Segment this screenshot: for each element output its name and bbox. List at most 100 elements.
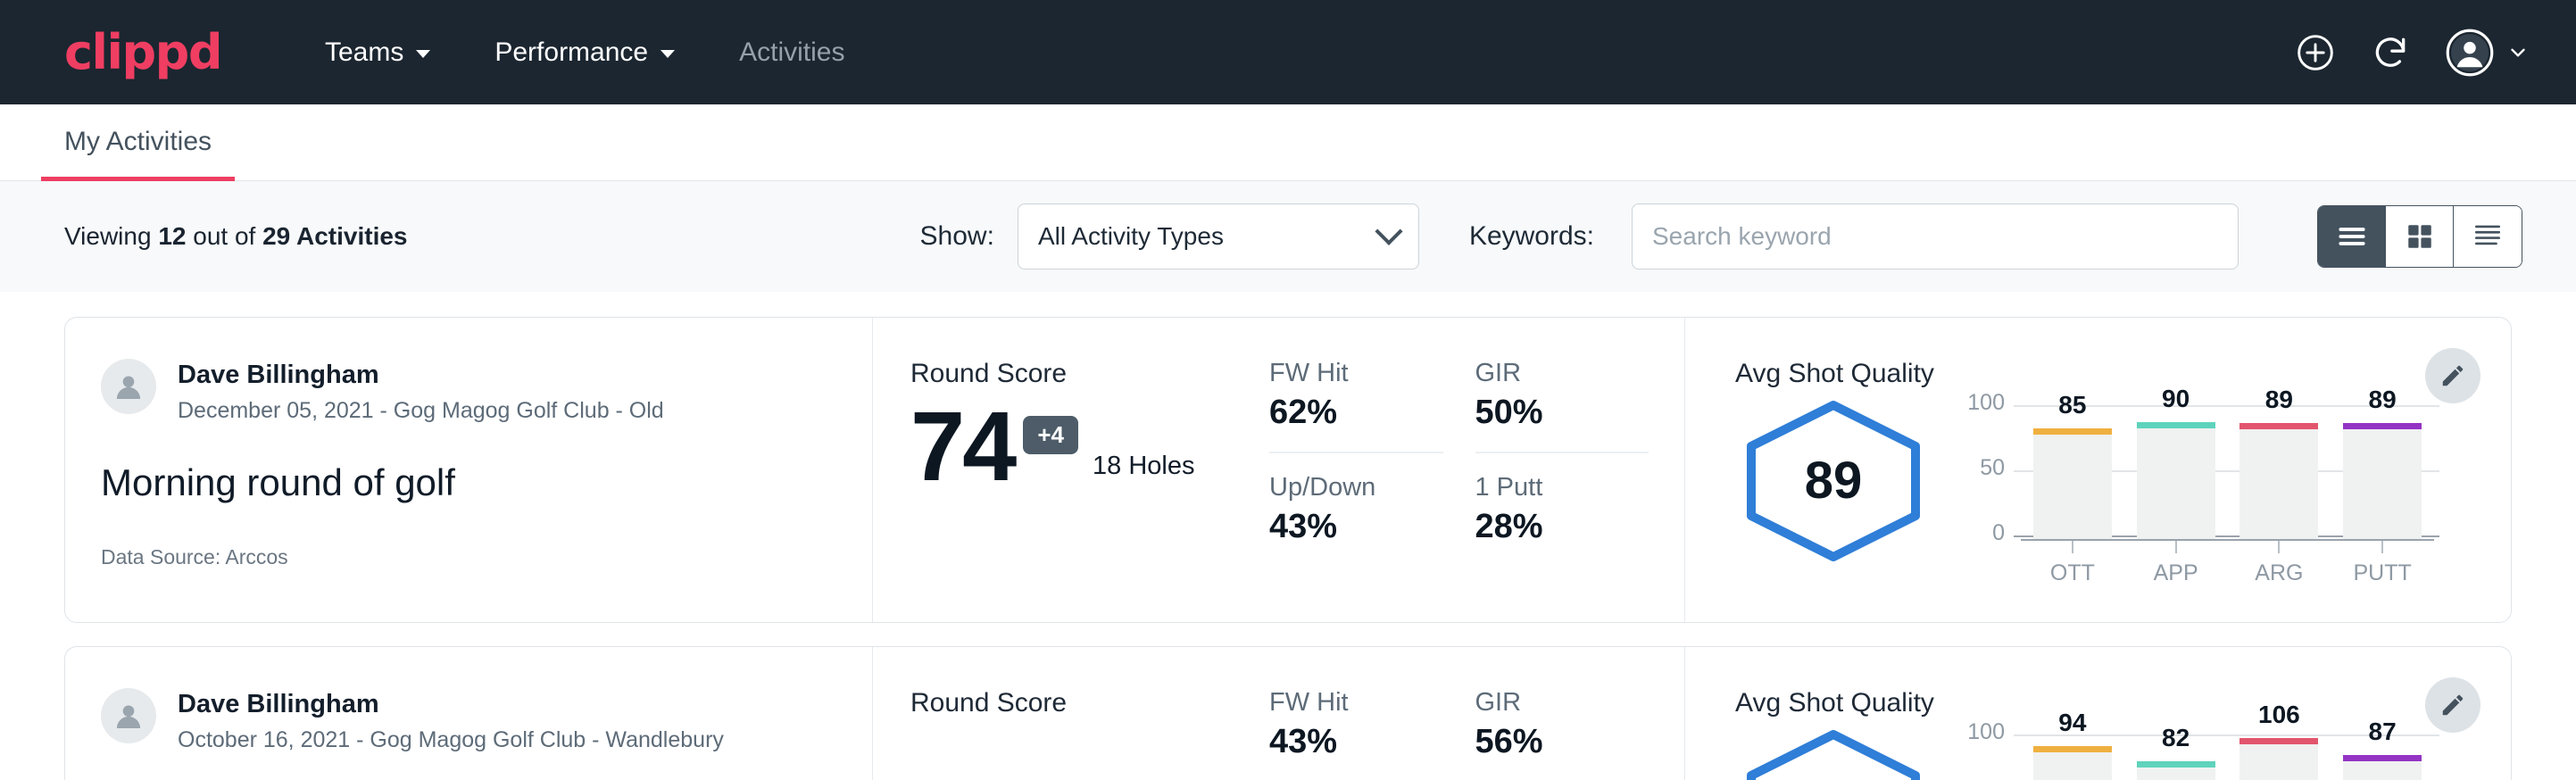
stat-label: FW Hit: [1269, 359, 1443, 388]
x-axis-tick: APP: [2137, 541, 2215, 586]
avg-shot-quality-column: Avg Shot Quality 100 50 0: [1685, 647, 2511, 780]
quality-hexagon: [1735, 726, 1932, 780]
filter-toolbar: Viewing 12 out of 29 Activities Show: Al…: [0, 181, 2576, 292]
round-score-column: Round Score: [873, 647, 1248, 780]
grid-view-button[interactable]: [2386, 206, 2454, 267]
stat-fw-hit: FW Hit 43%: [1269, 688, 1443, 780]
x-axis-label: ARG: [2239, 560, 2318, 586]
avg-shot-quality-column: Avg Shot Quality 89 100 50 0: [1685, 318, 2511, 622]
bar-column: 89: [2343, 405, 2422, 539]
hexagon-icon: [1735, 726, 1932, 780]
bar: [2137, 761, 2215, 780]
x-axis-label: OTT: [2033, 560, 2112, 586]
activity-card[interactable]: Dave Billingham December 05, 2021 - Gog …: [64, 317, 2512, 623]
stat-value: 62%: [1269, 394, 1443, 432]
nav-right-actions: [2296, 29, 2530, 77]
stat-label: GIR: [1475, 359, 1649, 388]
bar-cap: [2343, 423, 2422, 429]
score-delta-badge: +4: [1023, 416, 1078, 454]
y-tick-100: 100: [1962, 390, 2005, 416]
bar-column: 85: [2033, 405, 2112, 539]
holes-played: 18 Holes: [1093, 452, 1194, 492]
stat-value: 56%: [1475, 723, 1649, 761]
bar-cap: [2033, 428, 2112, 435]
bar-column: 90: [2137, 405, 2215, 539]
round-score-label: Round Score: [910, 359, 1248, 389]
activity-type-select[interactable]: All Activity Types: [1018, 203, 1419, 270]
shot-quality-bar-chart: 100 50 0 85908989 OTTAPPARGPUTT: [1962, 396, 2439, 586]
viewing-prefix: Viewing: [64, 222, 158, 250]
author-name: Dave Billingham: [178, 359, 664, 391]
account-menu[interactable]: [2446, 29, 2530, 77]
x-axis-tick: ARG: [2239, 541, 2318, 586]
search-input[interactable]: Search keyword: [1632, 203, 2239, 270]
bar: [2033, 746, 2112, 780]
viewing-total: 29: [262, 222, 290, 250]
edit-activity-button[interactable]: [2425, 348, 2480, 403]
y-tick-0: 0: [1962, 520, 2005, 546]
bar-column: 89: [2239, 405, 2318, 539]
stats-column: FW Hit 43% GIR 56%: [1248, 647, 1685, 780]
bar-value-label: 82: [2137, 724, 2215, 752]
bar-cap: [2239, 738, 2318, 744]
viewing-count-text: Viewing 12 out of 29 Activities: [64, 222, 408, 251]
activity-meta: October 16, 2021 - Gog Magog Golf Club -…: [178, 727, 724, 753]
activity-type-value: All Activity Types: [1038, 222, 1224, 251]
avatar: [101, 688, 156, 743]
bar-column: 106: [2239, 734, 2318, 780]
list-view-button[interactable]: [2318, 206, 2386, 267]
clippd-logo[interactable]: clippd: [64, 29, 221, 77]
stat-label: Up/Down: [1269, 473, 1443, 502]
avg-shot-quality-body: 100 50 0 948210687 OTTAPPARGPUTT: [1735, 726, 2439, 780]
activity-card[interactable]: Dave Billingham October 16, 2021 - Gog M…: [64, 646, 2512, 780]
bar-cap: [2137, 761, 2215, 768]
bar: [2137, 422, 2215, 539]
tab-my-activities[interactable]: My Activities: [41, 127, 235, 181]
quality-score-value: 89: [1735, 396, 1932, 566]
edit-pencil-icon: [2439, 692, 2466, 718]
stat-fw-hit: FW Hit 62%: [1269, 359, 1443, 453]
nav-item-teams-label: Teams: [325, 37, 403, 68]
account-avatar-icon[interactable]: [2446, 29, 2494, 77]
show-label: Show:: [920, 221, 994, 252]
stat-one-putt: 1 Putt 28%: [1475, 473, 1649, 546]
edit-pencil-icon: [2439, 362, 2466, 389]
activity-author: Dave Billingham December 05, 2021 - Gog …: [101, 359, 836, 424]
primary-nav-links: Teams Performance Activities: [293, 25, 877, 80]
edit-activity-button[interactable]: [2425, 677, 2480, 733]
chart-bars: 85908989: [2021, 405, 2434, 539]
bar-value-label: 87: [2343, 718, 2422, 746]
chart-plot-area: 100 50 0 948210687: [1962, 734, 2439, 780]
search-placeholder: Search keyword: [1652, 222, 1832, 251]
stat-value: 50%: [1475, 394, 1649, 432]
round-score-row: 74 +4 18 Holes: [910, 402, 1248, 492]
refresh-icon[interactable]: [2371, 33, 2410, 72]
y-tick-50: 50: [1962, 455, 2005, 481]
chart-bars: 948210687: [2021, 734, 2434, 780]
activity-title: Morning round of golf: [101, 461, 836, 504]
nav-item-performance[interactable]: Performance: [462, 25, 707, 80]
round-score-label: Round Score: [910, 688, 1248, 718]
tab-bar: My Activities: [0, 104, 2576, 181]
avg-shot-quality-body: 89 100 50 0 85908989 OTTAPPARGPUTT: [1735, 396, 2439, 586]
stat-gir: GIR 50%: [1475, 359, 1649, 453]
viewing-suffix: Activities: [290, 222, 407, 250]
activity-summary-column: Dave Billingham December 05, 2021 - Gog …: [65, 318, 873, 622]
nav-item-performance-label: Performance: [494, 37, 648, 68]
avatar: [101, 359, 156, 414]
bar-value-label: 89: [2239, 386, 2318, 414]
chevron-down-icon: [661, 50, 675, 58]
bar-value-label: 90: [2137, 385, 2215, 413]
nav-item-teams[interactable]: Teams: [293, 25, 462, 80]
round-score-column: Round Score 74 +4 18 Holes: [873, 318, 1248, 622]
nav-item-activities[interactable]: Activities: [707, 25, 877, 80]
stats-column: FW Hit 62% GIR 50% Up/Down 43% 1 Putt 28…: [1248, 318, 1685, 622]
stat-label: FW Hit: [1269, 688, 1443, 718]
compact-view-button[interactable]: [2454, 206, 2522, 267]
bar-column: 82: [2137, 734, 2215, 780]
tick-mark: [2278, 541, 2280, 553]
view-mode-toggle-group: [2317, 205, 2522, 268]
stat-value: 43%: [1269, 723, 1443, 761]
add-circle-icon[interactable]: [2296, 33, 2335, 72]
stat-value: 28%: [1475, 508, 1649, 546]
